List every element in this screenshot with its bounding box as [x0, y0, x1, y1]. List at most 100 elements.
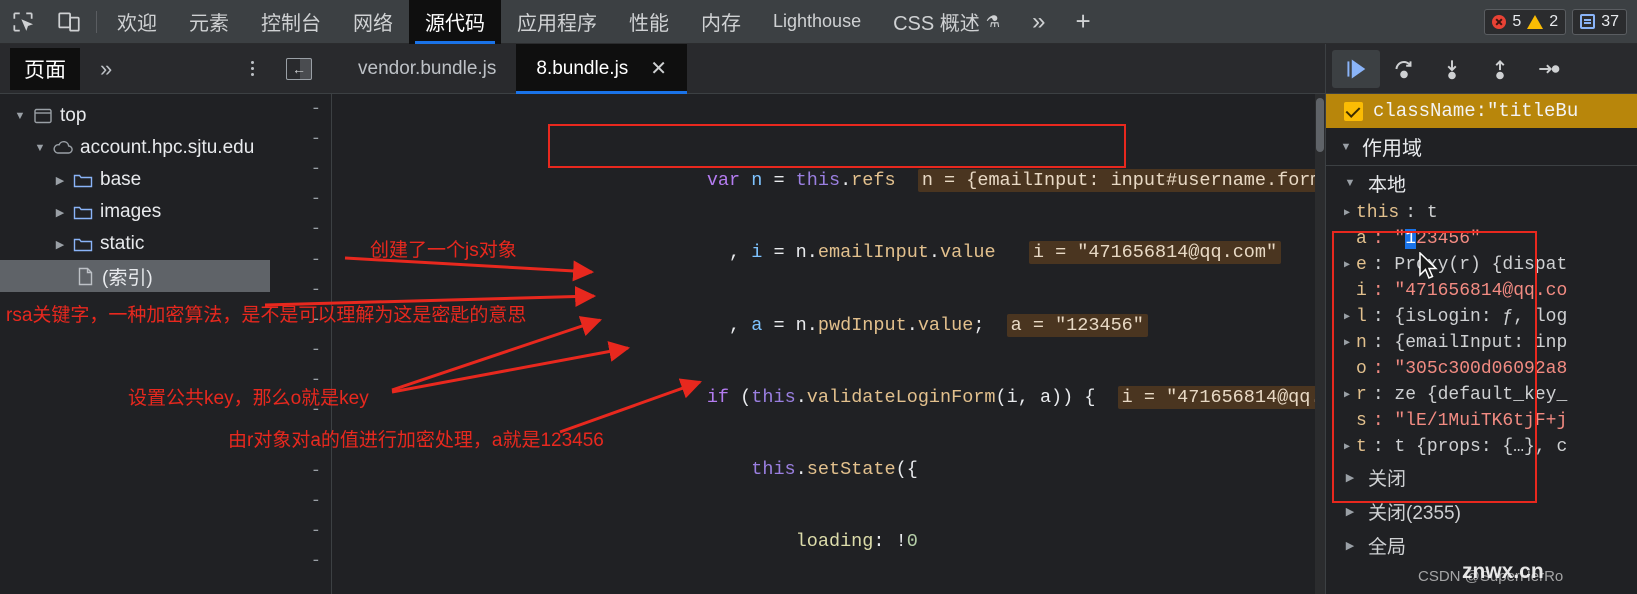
scope-row-s[interactable]: s : "lE/1MuiTK6tjF+j [1338, 408, 1637, 434]
gutter-line: - [310, 492, 321, 512]
code-content[interactable]: var n = this.refs n = {emailInput: input… [333, 94, 1325, 594]
chevron-right-icon[interactable] [1340, 471, 1360, 484]
editor-scrollbar[interactable] [1315, 94, 1325, 594]
tab-page[interactable]: 页面 [10, 47, 80, 98]
code-line: loading: !0 [795, 531, 918, 553]
scope-closure-2[interactable]: 关闭(2355) [1326, 494, 1637, 528]
scope-row-e[interactable]: e : Proxy(r) {dispat [1338, 252, 1637, 278]
step-into-next-function-call-icon[interactable] [1428, 50, 1476, 88]
tree-item-static-label: static [100, 233, 145, 254]
close-icon[interactable]: ✕ [650, 56, 667, 81]
chevron-right-icon[interactable] [1338, 207, 1356, 219]
tree-item-account-host[interactable]: account.hpc.sjtu.edu [0, 132, 270, 164]
scope-value: : "471656814@qq.co [1372, 281, 1568, 301]
scope-closure-2-label: 关闭(2355) [1368, 502, 1461, 524]
step-over-next-function-call-icon[interactable] [1380, 50, 1428, 88]
chevron-down-icon[interactable] [1338, 141, 1354, 153]
error-count: 5 [1512, 12, 1522, 30]
scope-key: this [1356, 203, 1400, 223]
tab-css-overview[interactable]: CSS 概述 ⚗ [877, 0, 1016, 44]
navigator-tree: top account.hpc.sjtu.edu base [0, 94, 270, 594]
scope-global[interactable]: 全局 [1326, 528, 1637, 562]
more-tabs-chevron-icon[interactable]: » [1016, 0, 1061, 44]
folder-icon [70, 204, 96, 221]
gutter-line: - [310, 99, 321, 119]
code-editor[interactable]: - - - - - - - - - - - - - - - - var n = … [270, 94, 1325, 594]
scope-row-i[interactable]: i : "471656814@qq.co [1338, 278, 1637, 304]
chevron-right-icon[interactable] [50, 206, 70, 219]
step-out-of-current-function-icon[interactable] [1476, 50, 1524, 88]
chevron-down-icon[interactable] [30, 142, 50, 154]
inline-value: a = "123456" [1006, 313, 1148, 337]
scope-section-header[interactable]: 作用域 [1326, 128, 1637, 166]
inspect-icon[interactable] [0, 0, 46, 44]
editor-scrollbar-thumb[interactable] [1316, 98, 1324, 152]
chevron-right-icon[interactable] [1340, 505, 1360, 518]
message-icon [1580, 14, 1596, 29]
chevron-down-icon[interactable] [10, 110, 30, 122]
code-line: }); [333, 569, 1325, 594]
scope-row-r[interactable]: r : ze {default_key_ [1338, 382, 1637, 408]
chevron-right-icon[interactable] [1338, 259, 1356, 271]
tree-item-base[interactable]: base [0, 164, 270, 196]
tree-item-index-label: (索引) [102, 267, 153, 289]
file-tab-vendor-bundle-label: vendor.bundle.js [358, 57, 497, 79]
navigator-more-chevron-icon[interactable]: » [100, 56, 112, 82]
device-toolbar-icon[interactable] [46, 0, 92, 44]
resume-script-execution-icon[interactable] [1332, 49, 1380, 88]
breakpoint-condition-bar[interactable]: className:"titleBu [1326, 94, 1637, 128]
scope-closure-1[interactable]: 关闭 [1326, 460, 1637, 494]
editor-gutter[interactable]: - - - - - - - - - - - - - - - - [270, 94, 332, 594]
scope-value: : "lE/1MuiTK6tjF+j [1372, 411, 1568, 431]
tree-item-base-label: base [100, 169, 142, 190]
tab-sources[interactable]: 源代码 [409, 0, 501, 44]
scope-value: : t [1405, 203, 1438, 223]
file-tab-8-bundle[interactable]: 8.bundle.js ✕ [516, 43, 688, 94]
gutter-line: - [310, 461, 321, 481]
chevron-right-icon[interactable] [50, 174, 70, 187]
scope-row-a[interactable]: a : "123456" [1338, 226, 1637, 252]
chevron-right-icon[interactable] [1340, 539, 1360, 552]
collapse-navigator-icon[interactable]: ← [286, 57, 312, 80]
tab-application[interactable]: 应用程序 [501, 0, 613, 44]
annotation-rsa: rsa关键字，一种加密算法，是不是可以理解为这是密匙的意思 [6, 305, 527, 326]
chevron-right-icon[interactable] [1338, 311, 1356, 323]
file-tab-vendor-bundle[interactable]: vendor.bundle.js [338, 44, 516, 94]
tab-elements[interactable]: 元素 [173, 0, 245, 44]
chevron-right-icon[interactable] [1338, 441, 1356, 453]
scope-row-l[interactable]: l : {isLogin: ƒ, log [1338, 304, 1637, 330]
issue-counters[interactable]: 5 2 [1484, 8, 1567, 35]
tab-lighthouse[interactable]: Lighthouse [757, 0, 877, 44]
chevron-right-icon[interactable] [1338, 337, 1356, 349]
gutter-line: - [310, 341, 321, 361]
tree-item-static[interactable]: static [0, 228, 270, 260]
step-icon[interactable] [1524, 50, 1572, 88]
tab-network[interactable]: 网络 [337, 0, 409, 44]
local-scope-header[interactable]: 本地 [1326, 166, 1637, 200]
code-line: , i = n.emailInput.value i = "471656814@… [333, 208, 1325, 265]
scope-row-this[interactable]: this : t [1338, 200, 1637, 226]
gutter-line: - [310, 522, 321, 542]
scope-row-n[interactable]: n : {emailInput: inp [1338, 330, 1637, 356]
message-counter[interactable]: 37 [1572, 8, 1627, 35]
tree-item-images[interactable]: images [0, 196, 270, 228]
frame-icon [30, 108, 56, 124]
tab-console[interactable]: 控制台 [245, 0, 337, 44]
flask-icon: ⚗ [985, 13, 1001, 31]
tab-memory[interactable]: 内存 [685, 0, 757, 44]
scope-row-t[interactable]: t : t {props: {…}, c [1338, 434, 1637, 460]
tree-item-account-host-label: account.hpc.sjtu.edu [80, 137, 255, 158]
tab-welcome[interactable]: 欢迎 [101, 0, 173, 44]
add-panel-button[interactable]: + [1061, 0, 1104, 44]
scope-key: r [1356, 385, 1367, 405]
navigator-kebab-icon[interactable] [251, 61, 254, 76]
mouse-cursor-icon [1419, 252, 1438, 279]
tree-item-index[interactable]: (索引) [0, 260, 270, 292]
checkbox-checked-icon[interactable] [1344, 101, 1363, 121]
tab-performance[interactable]: 性能 [613, 0, 685, 44]
chevron-right-icon[interactable] [1338, 389, 1356, 401]
chevron-right-icon[interactable] [50, 238, 70, 251]
scope-row-o[interactable]: o : "305c300d06092a8 [1338, 356, 1637, 382]
tree-item-top[interactable]: top [0, 100, 270, 132]
chevron-down-icon[interactable] [1340, 177, 1360, 189]
